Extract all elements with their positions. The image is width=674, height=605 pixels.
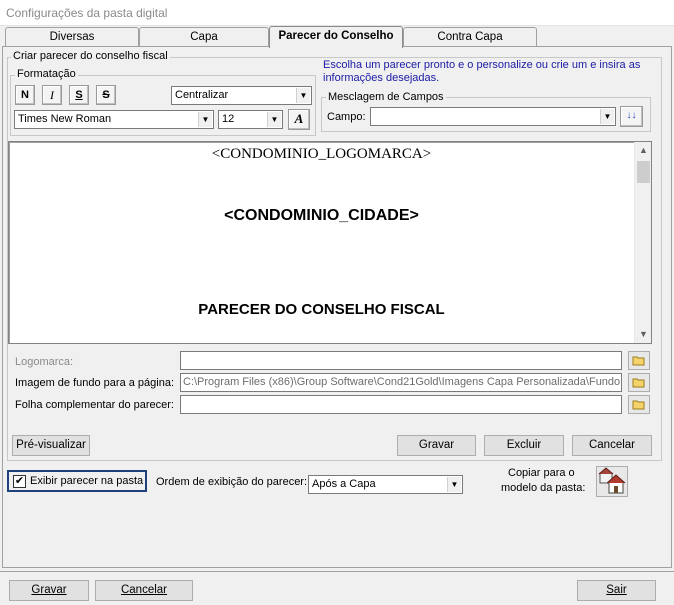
font-color-icon: A <box>294 111 304 126</box>
tab-label: Contra Capa <box>437 31 503 43</box>
cancel-button[interactable]: Cancelar <box>95 580 193 601</box>
parecer-group-legend: Criar parecer do conselho fiscal <box>11 50 170 62</box>
bold-button[interactable]: N <box>15 85 35 105</box>
background-browse-button[interactable] <box>628 373 650 392</box>
strikethrough-button[interactable]: S <box>96 85 116 105</box>
background-input[interactable]: C:\Program Files (x86)\Group Software\Co… <box>180 373 622 392</box>
editor-line-logomarca: <CONDOMINIO_LOGOMARCA> <box>211 146 432 162</box>
tab-label: Capa <box>190 31 218 43</box>
hint-text: Escolha um parecer pronto e o personaliz… <box>323 59 641 84</box>
logo-label: Logomarca: <box>15 356 74 368</box>
editor-scrollbar[interactable]: ▲ ▼ <box>634 142 651 343</box>
chevron-down-icon: ▼ <box>296 88 310 103</box>
order-label: Ordem de exibição do parecer: <box>156 476 308 488</box>
tab-label: Parecer do Conselho <box>278 30 394 42</box>
house-icon <box>598 467 626 494</box>
underline-button[interactable]: S <box>69 85 89 105</box>
folder-icon <box>632 400 645 410</box>
complement-label: Folha complementar do parecer: <box>15 399 174 411</box>
formatting-legend: Formatação <box>15 68 78 80</box>
alignment-select[interactable]: Centralizar ▼ <box>171 86 312 105</box>
editor-line-title: PARECER DO CONSELHO FISCAL <box>198 301 445 318</box>
window-title: Configurações da pasta digital <box>6 6 168 20</box>
cancel-parecer-button[interactable]: Cancelar <box>572 435 652 456</box>
tab-contra-capa[interactable]: Contra Capa <box>403 27 537 46</box>
save-button[interactable]: Gravar <box>9 580 89 601</box>
chevron-down-icon: ▼ <box>198 112 212 127</box>
font-size-select[interactable]: 12 ▼ <box>218 110 283 129</box>
strike-glyph: S <box>102 89 110 101</box>
tab-diversas[interactable]: Diversas <box>5 27 139 46</box>
show-in-folder-label: Exibir parecer na pasta <box>30 475 144 487</box>
complement-browse-button[interactable] <box>628 395 650 414</box>
merge-fields-legend: Mesclagem de Campos <box>326 91 446 103</box>
scroll-thumb[interactable] <box>637 161 650 183</box>
footer-separator <box>0 571 674 572</box>
chevron-down-icon: ▼ <box>447 477 461 492</box>
complement-input[interactable] <box>180 395 622 414</box>
delete-parecer-button[interactable]: Excluir <box>484 435 564 456</box>
order-select[interactable]: Após a Capa ▼ <box>308 475 463 494</box>
font-color-button[interactable]: A <box>288 109 310 130</box>
scroll-down-icon[interactable]: ▼ <box>635 326 652 343</box>
alignment-value: Centralizar <box>175 89 229 101</box>
field-label: Campo: <box>327 111 366 123</box>
background-label: Imagem de fundo para a página: <box>15 377 175 389</box>
font-name-value: Times New Roman <box>18 113 112 125</box>
chevron-down-icon: ▼ <box>267 112 281 127</box>
merge-field-select[interactable]: ▼ <box>370 107 616 126</box>
italic-button[interactable]: I <box>42 85 62 105</box>
checkbox-check-icon: ✔ <box>13 475 26 488</box>
folder-icon <box>632 378 645 388</box>
preview-button[interactable]: Pré-visualizar <box>12 435 90 456</box>
font-size-value: 12 <box>222 113 235 125</box>
save-parecer-button[interactable]: Gravar <box>397 435 476 456</box>
scroll-up-icon[interactable]: ▲ <box>635 142 652 159</box>
double-arrow-down-icon: ↓↓ <box>626 110 637 121</box>
parecer-editor[interactable]: <CONDOMINIO_LOGOMARCA> <CONDOMINIO_CIDAD… <box>8 141 652 344</box>
tab-parecer-do-conselho[interactable]: Parecer do Conselho <box>269 26 403 48</box>
copy-label-line1: Copiar para o <box>508 467 575 479</box>
insert-field-button[interactable]: ↓↓ <box>620 106 643 127</box>
editor-line-cidade: <CONDOMINIO_CIDADE> <box>224 207 419 224</box>
title-bar: Configurações da pasta digital <box>0 0 674 26</box>
tab-capa[interactable]: Capa <box>139 27 269 46</box>
tab-label: Diversas <box>49 31 95 43</box>
exit-button[interactable]: Sair <box>577 580 656 601</box>
italic-glyph: I <box>50 88 54 102</box>
copy-label-line2: modelo da pasta: <box>501 482 586 494</box>
copy-to-model-button[interactable] <box>596 466 628 497</box>
chevron-down-icon: ▼ <box>600 109 614 124</box>
underline-glyph: S <box>75 89 83 101</box>
font-name-select[interactable]: Times New Roman ▼ <box>14 110 214 129</box>
bold-glyph: N <box>21 89 29 101</box>
logo-browse-button[interactable] <box>628 351 650 370</box>
logo-input[interactable] <box>180 351 622 370</box>
show-in-folder-checkbox[interactable]: ✔ Exibir parecer na pasta <box>7 470 147 492</box>
folder-icon <box>632 356 645 366</box>
order-value: Após a Capa <box>312 478 376 490</box>
